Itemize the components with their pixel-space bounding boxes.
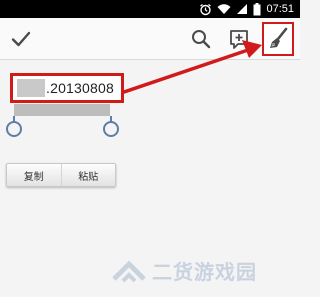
watermark: 二货游戏园 [112,256,257,285]
watermark-logo-icon [112,259,146,282]
annotation-arrow [122,40,262,94]
watermark-text: 二货游戏园 [152,260,257,284]
